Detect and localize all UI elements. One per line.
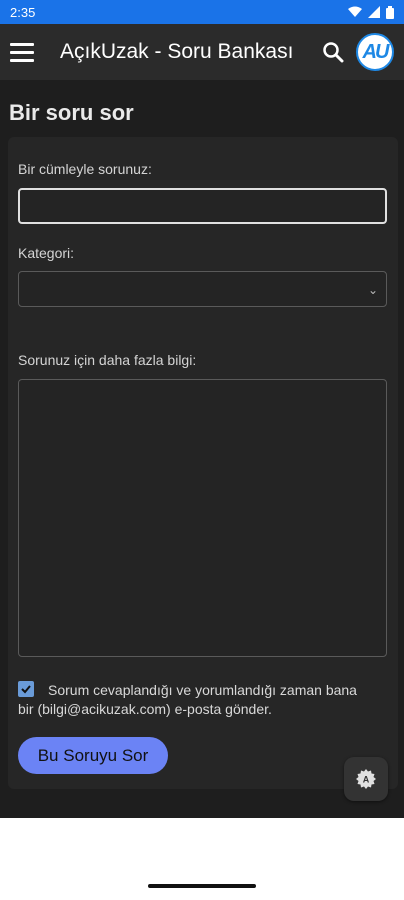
battery-icon	[386, 5, 394, 19]
menu-icon[interactable]	[10, 37, 40, 67]
svg-text:A: A	[363, 775, 370, 785]
question-label: Bir cümleyle sorunuz:	[18, 161, 152, 177]
accessibility-button[interactable]: A	[344, 757, 388, 801]
question-input[interactable]	[18, 188, 387, 224]
question-form: Bir cümleyle sorunuz: Kategori: ⌄ Sorunu…	[8, 137, 398, 801]
page-content: Bir soru sor Bir cümleyle sorunuz: Kateg…	[0, 80, 404, 818]
status-icons	[348, 5, 394, 19]
details-label: Sorunuz için daha fazla bilgi:	[18, 352, 197, 368]
app-title: AçıkUzak - Soru Bankası	[60, 40, 294, 63]
category-select[interactable]: ⌄	[18, 271, 387, 307]
home-indicator[interactable]	[148, 884, 256, 888]
signal-icon	[368, 6, 380, 18]
details-textarea[interactable]	[18, 379, 387, 657]
category-label: Kategori:	[18, 245, 75, 261]
page-title: Bir soru sor	[9, 100, 134, 125]
submit-button[interactable]: Bu Soruyu Sor	[18, 737, 168, 774]
app-bar: AçıkUzak - Soru Bankası AU	[0, 24, 404, 80]
status-bar: 2:35	[0, 0, 404, 24]
search-icon[interactable]	[318, 37, 348, 67]
chevron-down-icon: ⌄	[367, 283, 378, 297]
settings-gear-icon: A	[356, 769, 376, 789]
notify-label: Sorum cevaplandığı ve yorumlandığı zaman…	[18, 682, 357, 717]
wifi-icon	[348, 6, 362, 17]
status-time: 2:35	[10, 4, 36, 20]
avatar[interactable]: AU	[356, 33, 394, 71]
